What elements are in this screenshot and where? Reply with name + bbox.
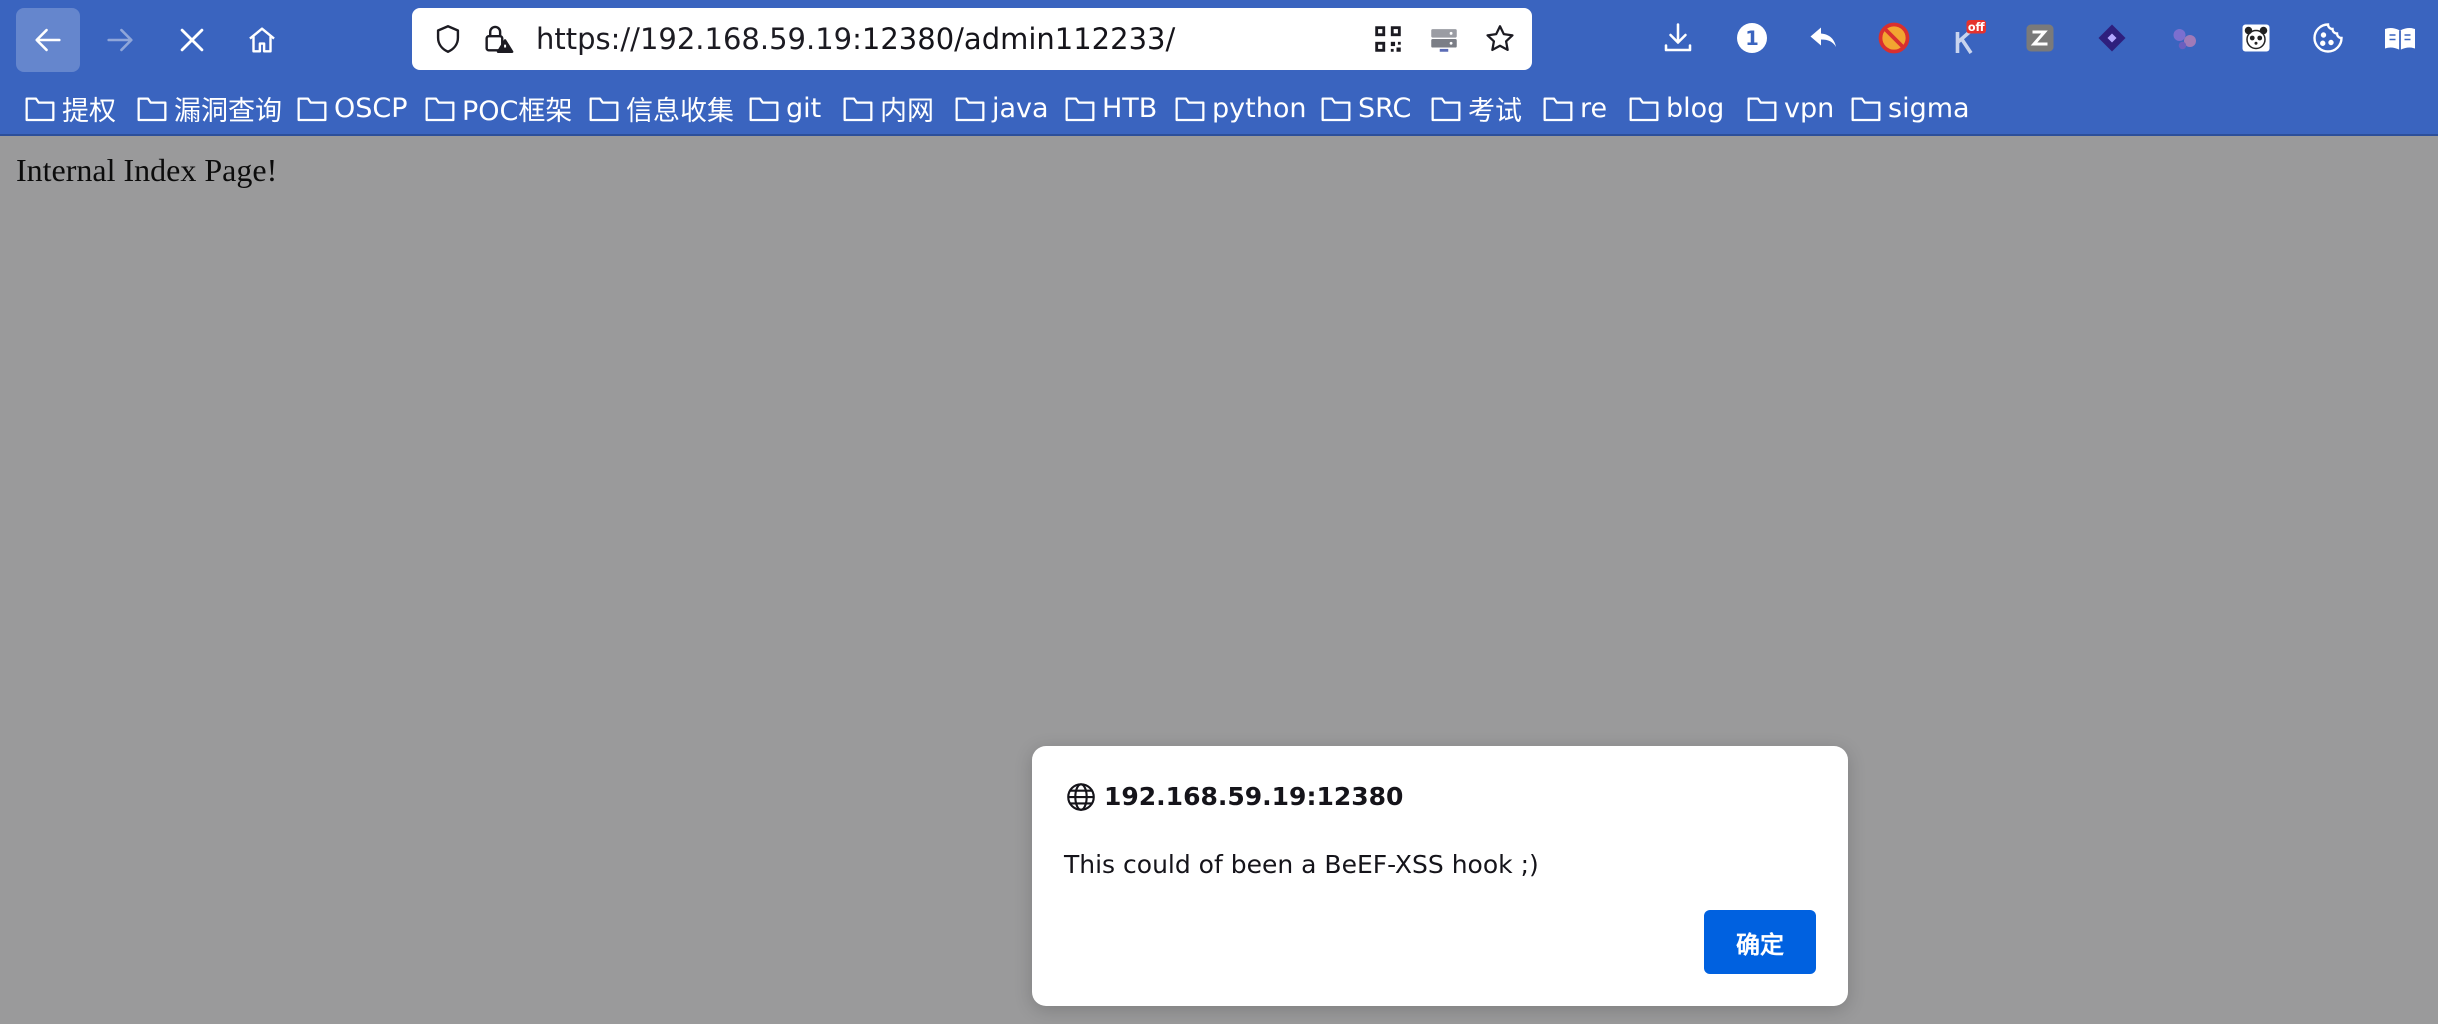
- back-button[interactable]: [16, 8, 80, 72]
- bookmark-label: SRC: [1358, 92, 1412, 124]
- bookmark-label: 考试: [1468, 95, 1522, 127]
- diamond-extension-icon[interactable]: [2090, 16, 2134, 60]
- server-icon[interactable]: [1422, 8, 1466, 70]
- book-icon[interactable]: [2378, 16, 2422, 60]
- folder-icon: [425, 97, 455, 122]
- download-icon[interactable]: [1656, 16, 1700, 60]
- off-extension-icon[interactable]: off: [1946, 16, 1990, 60]
- url-path: :12380/admin112233/: [852, 22, 1176, 56]
- badge-count-icon[interactable]: 1: [1730, 16, 1774, 60]
- cookie-icon[interactable]: [2306, 16, 2350, 60]
- bookmark-folder[interactable]: HTB: [1064, 90, 1157, 126]
- folder-icon: [137, 97, 167, 122]
- bookmark-label: POC框架: [462, 95, 573, 127]
- bookmark-label: 漏洞查询: [174, 95, 282, 127]
- url-bar[interactable]: https://192.168.59.19:12380/admin112233/: [412, 8, 1532, 70]
- bookmark-folder[interactable]: java: [954, 90, 1049, 126]
- bookmark-label: 信息收集: [626, 95, 734, 127]
- bookmark-folder[interactable]: python: [1174, 90, 1306, 126]
- folder-icon: [1175, 97, 1205, 122]
- bookmark-folder[interactable]: git: [748, 90, 821, 126]
- lock-warning-icon[interactable]: [476, 8, 520, 70]
- folder-icon: [1431, 97, 1461, 122]
- bookmark-label: git: [786, 92, 822, 124]
- bookmark-label: sigma: [1888, 92, 1970, 124]
- bookmark-folder[interactable]: POC框架: [424, 90, 573, 127]
- bookmark-folder[interactable]: 漏洞查询: [136, 90, 282, 127]
- folder-icon: [297, 97, 327, 122]
- folder-icon: [843, 97, 873, 122]
- shield-icon[interactable]: [426, 8, 470, 70]
- arrow-right-icon: [107, 28, 133, 52]
- bookmark-folder[interactable]: blog: [1628, 90, 1724, 126]
- bookmark-folder[interactable]: 考试: [1430, 90, 1522, 127]
- bookmark-label: vpn: [1784, 92, 1835, 124]
- bookmark-folder[interactable]: 提权: [24, 90, 116, 127]
- url-text[interactable]: https://192.168.59.19:12380/admin112233/: [536, 8, 1175, 70]
- arrow-left-icon: [35, 28, 61, 52]
- folder-icon: [1321, 97, 1351, 122]
- url-host: https://192.168.59.19: [536, 22, 853, 56]
- edit-extension-icon[interactable]: [2018, 16, 2062, 60]
- home-icon: [249, 27, 275, 53]
- ok-button[interactable]: 确定: [1704, 910, 1816, 974]
- star-icon[interactable]: [1478, 8, 1522, 70]
- bookmark-folder[interactable]: re: [1542, 90, 1607, 126]
- folder-icon: [1851, 97, 1881, 122]
- bookmark-folder[interactable]: 内网: [842, 90, 934, 127]
- qr-code-icon[interactable]: [1366, 8, 1410, 70]
- bookmark-label: java: [992, 92, 1049, 124]
- folder-icon: [955, 97, 985, 122]
- alert-dialog: 192.168.59.19:12380 This could of been a…: [1032, 746, 1848, 1006]
- bookmark-folder[interactable]: SRC: [1320, 90, 1411, 126]
- bookmark-label: python: [1212, 92, 1307, 124]
- undo-arrow-icon[interactable]: [1802, 16, 1846, 60]
- bookmark-label: re: [1580, 92, 1608, 124]
- off-badge-label: off: [1968, 21, 1986, 34]
- folder-icon: [589, 97, 619, 122]
- dialog-origin: 192.168.59.19:12380: [1104, 782, 1404, 811]
- bookmark-folder[interactable]: 信息收集: [588, 90, 734, 127]
- panda-extension-icon[interactable]: [2234, 16, 2278, 60]
- folder-icon: [1543, 97, 1573, 122]
- bookmark-folder[interactable]: OSCP: [296, 90, 408, 126]
- bookmark-folder[interactable]: sigma: [1850, 90, 1970, 126]
- bookmark-label: OSCP: [334, 92, 408, 124]
- folder-icon: [749, 97, 779, 122]
- folder-icon: [1747, 97, 1777, 122]
- folder-icon: [1065, 97, 1095, 122]
- bookmark-label: HTB: [1102, 92, 1158, 124]
- forward-button[interactable]: [88, 8, 152, 72]
- globe-icon: [1067, 783, 1095, 811]
- badge-count-label: 1: [1745, 27, 1759, 50]
- stop-button[interactable]: [160, 8, 224, 72]
- bookmark-label: 提权: [62, 95, 116, 127]
- browser-toolbar: https://192.168.59.19:12380/admin112233/…: [0, 0, 2438, 80]
- blocker-extension-icon[interactable]: [1872, 16, 1916, 60]
- folder-icon: [25, 97, 55, 122]
- folder-icon: [1629, 97, 1659, 122]
- bookmark-label: blog: [1666, 92, 1725, 124]
- bookmark-label: 内网: [880, 95, 934, 127]
- dots-extension-icon[interactable]: [2162, 16, 2206, 60]
- close-icon: [180, 28, 204, 52]
- page-text: Internal Index Page!: [16, 152, 278, 188]
- bookmark-folder[interactable]: vpn: [1746, 90, 1834, 126]
- bookmarks-bar: 提权 漏洞查询 OSCP POC框架 信息收集 git 内网 java HTB …: [0, 80, 2438, 136]
- dialog-message: This could of been a BeEF-XSS hook ;): [1064, 850, 1539, 879]
- home-button[interactable]: [230, 8, 294, 72]
